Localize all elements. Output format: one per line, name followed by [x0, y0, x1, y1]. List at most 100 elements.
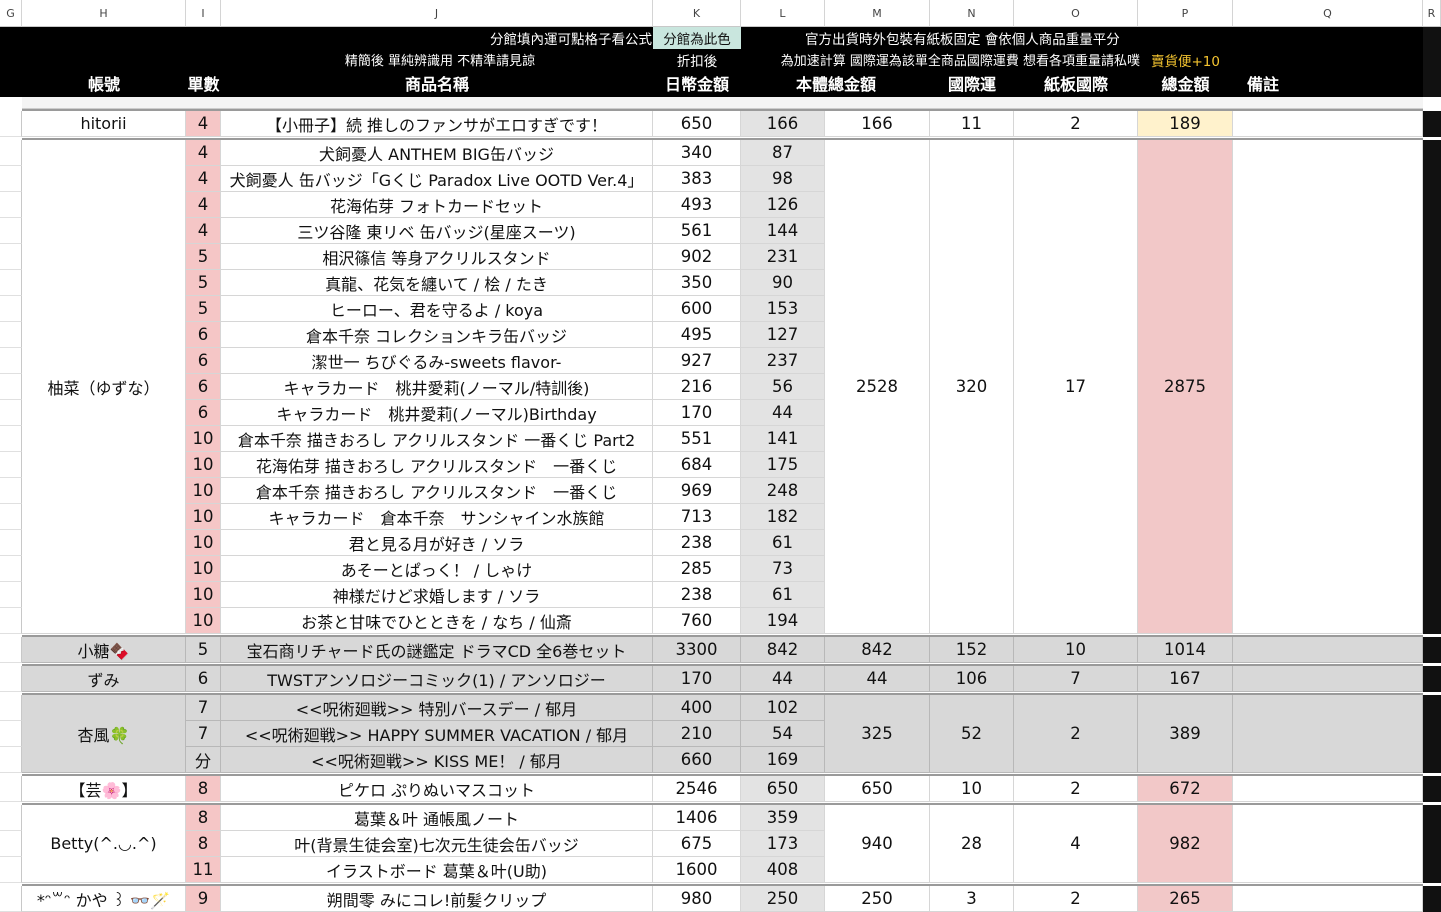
intl-shipping-cell[interactable]: 320 [930, 140, 1014, 634]
item-name-cell[interactable]: 花海佑芽 フォトカードセット [221, 192, 653, 218]
total-amount-cell[interactable]: 982 [1138, 805, 1233, 883]
subtotal-cell[interactable]: 250 [825, 886, 930, 912]
qty-cell[interactable]: 10 [186, 582, 221, 608]
qty-cell[interactable]: 11 [186, 857, 221, 883]
jpy-price-cell[interactable]: 493 [653, 192, 741, 218]
row-header[interactable] [0, 504, 22, 530]
jpy-price-cell[interactable]: 660 [653, 747, 741, 773]
jpy-price-cell[interactable]: 675 [653, 831, 741, 857]
remarks-cell[interactable] [1233, 637, 1423, 663]
qty-cell[interactable]: 分 [186, 747, 221, 773]
qty-cell[interactable]: 6 [186, 348, 221, 374]
jpy-price-cell[interactable]: 650 [653, 111, 741, 137]
row-header[interactable] [0, 111, 22, 137]
jpy-price-cell[interactable]: 170 [653, 400, 741, 426]
item-name-cell[interactable]: キャラカード 倉本千奈 サンシャイン水族館 [221, 504, 653, 530]
jpy-price-cell[interactable]: 216 [653, 374, 741, 400]
qty-cell[interactable]: 4 [186, 140, 221, 166]
item-name-cell[interactable]: 犬飼憂人 缶バッジ「Gくじ Paradox Live OOTD Ver.4」 [221, 166, 653, 192]
item-name-cell[interactable]: 花海佑芽 描きおろし アクリルスタンド 一番くじ [221, 452, 653, 478]
item-name-cell[interactable]: キャラカード 桃井愛莉(ノーマル)Birthday [221, 400, 653, 426]
column-header-i[interactable]: I [186, 0, 221, 27]
jpy-price-cell[interactable]: 170 [653, 666, 741, 692]
row-header[interactable] [0, 140, 22, 166]
row-header[interactable] [0, 192, 22, 218]
row-header[interactable] [0, 831, 22, 857]
qty-cell[interactable]: 10 [186, 478, 221, 504]
jpy-price-cell[interactable]: 760 [653, 608, 741, 634]
qty-cell[interactable]: 4 [186, 111, 221, 137]
item-name-cell[interactable]: 叶(背景生徒会室)七次元生徒会缶バッジ [221, 831, 653, 857]
item-name-cell[interactable]: 神様だけど求婚します / ソラ [221, 582, 653, 608]
discounted-price-cell[interactable]: 250 [741, 886, 825, 912]
board-shipping-cell[interactable]: 17 [1014, 140, 1138, 634]
jpy-price-cell[interactable]: 1406 [653, 805, 741, 831]
subtotal-cell[interactable]: 325 [825, 695, 930, 773]
discounted-price-cell[interactable]: 87 [741, 140, 825, 166]
intl-shipping-cell[interactable]: 106 [930, 666, 1014, 692]
discounted-price-cell[interactable]: 54 [741, 721, 825, 747]
jpy-price-cell[interactable]: 600 [653, 296, 741, 322]
row-header[interactable] [0, 374, 22, 400]
jpy-price-cell[interactable]: 969 [653, 478, 741, 504]
remarks-cell[interactable] [1233, 666, 1423, 692]
row-header[interactable] [0, 805, 22, 831]
discounted-price-cell[interactable]: 166 [741, 111, 825, 137]
row-header[interactable] [0, 452, 22, 478]
item-name-cell[interactable]: TWSTアンソロジーコミック(1) / アンソロジー [221, 666, 653, 692]
row-header[interactable] [0, 721, 22, 747]
subtotal-cell[interactable]: 2528 [825, 140, 930, 634]
jpy-price-cell[interactable]: 2546 [653, 776, 741, 802]
row-header[interactable] [0, 776, 22, 802]
column-header-o[interactable]: O [1014, 0, 1138, 27]
discounted-price-cell[interactable]: 44 [741, 400, 825, 426]
column-header-m[interactable]: M [825, 0, 930, 27]
jpy-price-cell[interactable]: 285 [653, 556, 741, 582]
item-name-cell[interactable]: お茶と甘味でひとときを / なち / 仙斎 [221, 608, 653, 634]
qty-cell[interactable]: 5 [186, 270, 221, 296]
discounted-price-cell[interactable]: 44 [741, 666, 825, 692]
row-header[interactable] [0, 166, 22, 192]
jpy-price-cell[interactable]: 561 [653, 218, 741, 244]
item-name-cell[interactable]: イラストボード 葛葉＆叶(U助) [221, 857, 653, 883]
intl-shipping-cell[interactable]: 152 [930, 637, 1014, 663]
row-header[interactable] [0, 666, 22, 692]
intl-shipping-cell[interactable]: 28 [930, 805, 1014, 883]
row-header[interactable] [0, 608, 22, 634]
item-name-cell[interactable]: 犬飼憂人 ANTHEM BIG缶バッジ [221, 140, 653, 166]
row-header[interactable] [0, 582, 22, 608]
discounted-price-cell[interactable]: 56 [741, 374, 825, 400]
column-header-l[interactable]: L [741, 0, 825, 27]
jpy-price-cell[interactable]: 400 [653, 695, 741, 721]
remarks-cell[interactable] [1233, 776, 1423, 802]
column-header-h[interactable]: H [22, 0, 186, 27]
subtotal-cell[interactable]: 842 [825, 637, 930, 663]
discounted-price-cell[interactable]: 408 [741, 857, 825, 883]
subtotal-cell[interactable]: 166 [825, 111, 930, 137]
discounted-price-cell[interactable]: 127 [741, 322, 825, 348]
subtotal-cell[interactable]: 650 [825, 776, 930, 802]
account-cell[interactable]: 【芸🌸】 [22, 776, 186, 802]
discounted-price-cell[interactable]: 61 [741, 582, 825, 608]
jpy-price-cell[interactable]: 684 [653, 452, 741, 478]
row-header[interactable] [0, 322, 22, 348]
qty-cell[interactable]: 7 [186, 695, 221, 721]
item-name-cell[interactable]: <<呪術廻戦>> 特別バースデー / 郁月 [221, 695, 653, 721]
qty-cell[interactable]: 9 [186, 886, 221, 912]
jpy-price-cell[interactable]: 350 [653, 270, 741, 296]
jpy-price-cell[interactable]: 980 [653, 886, 741, 912]
qty-cell[interactable]: 10 [186, 530, 221, 556]
discounted-price-cell[interactable]: 359 [741, 805, 825, 831]
remarks-cell[interactable] [1233, 140, 1423, 634]
item-name-cell[interactable]: <<呪術廻戦>> KISS ME！ / 郁月 [221, 747, 653, 773]
item-name-cell[interactable]: 宝石商リチャード氏の謎鑑定 ドラマCD 全6巻セット [221, 637, 653, 663]
item-name-cell[interactable]: 真龍、花気を纏いて / 桧 / たき [221, 270, 653, 296]
qty-cell[interactable]: 8 [186, 805, 221, 831]
item-name-cell[interactable]: 倉本千奈 描きおろし アクリルスタンド 一番くじ [221, 478, 653, 504]
total-amount-cell[interactable]: 167 [1138, 666, 1233, 692]
jpy-price-cell[interactable]: 383 [653, 166, 741, 192]
discounted-price-cell[interactable]: 237 [741, 348, 825, 374]
item-name-cell[interactable]: 朔間零 みにコレ!前髪クリップ [221, 886, 653, 912]
qty-cell[interactable]: 4 [186, 192, 221, 218]
discounted-price-cell[interactable]: 90 [741, 270, 825, 296]
